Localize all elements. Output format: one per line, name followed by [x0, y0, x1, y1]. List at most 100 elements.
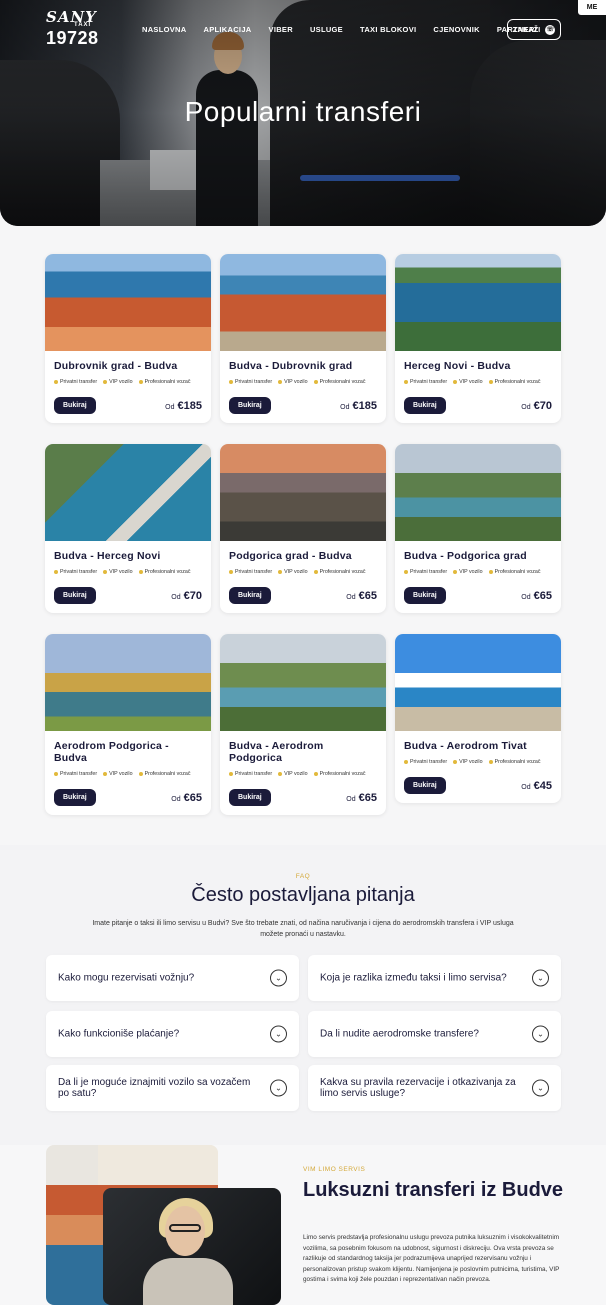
price-value: €185: [352, 399, 377, 412]
faq-item[interactable]: Da li je moguće iznajmiti vozilo sa voza…: [46, 1065, 299, 1111]
bullet-dot-icon: [404, 570, 408, 574]
transfer-price: Od €45: [521, 780, 552, 792]
transfer-features: Privatni transfer VIP vozilo Profesionalni…: [229, 379, 377, 385]
transfer-feature-label: Profesionalni vozač: [319, 379, 366, 385]
transfer-feature: Privatni transfer: [404, 379, 447, 385]
transfer-image: [45, 444, 211, 541]
price-value: €185: [177, 399, 202, 412]
book-button[interactable]: Bukiraj: [404, 587, 446, 604]
book-button[interactable]: Bukiraj: [229, 789, 271, 806]
language-switcher[interactable]: ME: [578, 0, 606, 15]
bullet-dot-icon: [229, 772, 233, 776]
transfer-feature-label: Profesionalni vozač: [494, 569, 541, 575]
page: SANY TAXI 19728 NASLOVNA APLIKACIJA VIBE…: [0, 0, 606, 1305]
bullet-dot-icon: [103, 380, 108, 384]
transfer-card[interactable]: Budva - Aerodrom Tivat Privatni transfer V…: [395, 634, 561, 803]
book-button[interactable]: Bukiraj: [54, 587, 96, 604]
transfer-feature: Profesionalni vozač: [138, 569, 191, 575]
nav-item-naslovna[interactable]: NASLOVNA: [142, 25, 187, 34]
nav-item-cjenovnik[interactable]: CJENOVNIK: [433, 25, 479, 34]
transfer-title: Budva - Herceg Novi: [54, 550, 161, 562]
book-button[interactable]: Bukiraj: [229, 587, 271, 604]
transfer-price: Od €70: [171, 590, 202, 602]
book-button[interactable]: Bukiraj: [54, 397, 96, 414]
transfer-image: [220, 444, 386, 541]
nav-item-aplikacija[interactable]: APLIKACIJA: [204, 25, 252, 34]
faq-item[interactable]: Kako mogu rezervisati vožnju? ⌄: [46, 955, 299, 1001]
chevron-down-icon[interactable]: ⌄: [532, 1025, 549, 1043]
bullet-dot-icon: [103, 570, 108, 574]
faq-item[interactable]: Kakva su pravila rezervacije i otkazivan…: [308, 1065, 561, 1111]
transfer-feature-label: Privatni transfer: [60, 569, 98, 575]
price-prefix: Od: [171, 593, 181, 601]
transfer-card[interactable]: Herceg Novi - Budva Privatni transfer VIP …: [395, 254, 561, 423]
nav-item-usluge[interactable]: USLUGE: [310, 25, 343, 34]
price-value: €65: [358, 791, 377, 804]
transfer-feature-label: Privatni transfer: [410, 759, 448, 765]
transfer-feature: VIP vozilo: [453, 569, 483, 575]
transfer-price: Od €65: [346, 590, 377, 602]
transfer-image: [45, 634, 211, 731]
price-value: €65: [533, 589, 552, 602]
chevron-down-icon[interactable]: ⌄: [532, 1079, 549, 1097]
faq-item[interactable]: Koja je razlika između taksi i limo serv…: [308, 955, 561, 1001]
transfer-card[interactable]: Budva - Herceg Novi Privatni transfer VIP …: [45, 444, 211, 613]
transfer-feature-label: Profesionalni vozač: [144, 569, 191, 575]
passenger-coat: [143, 1258, 233, 1305]
limo-tag: VIM LIMO SERVIS: [303, 1166, 366, 1173]
transfer-feature: Profesionalni vozač: [313, 569, 366, 575]
faq-item[interactable]: Kako funkcioniše plaćanje? ⌄: [46, 1011, 299, 1057]
price-prefix: Od: [521, 593, 531, 601]
transfer-feature: Privatni transfer: [404, 759, 447, 765]
transfer-card[interactable]: Dubrovnik grad - Budva Privatni transfer V…: [45, 254, 211, 423]
book-button[interactable]: Bukiraj: [404, 397, 446, 414]
book-button[interactable]: Bukiraj: [229, 397, 271, 414]
transfer-feature-label: Privatni transfer: [60, 771, 98, 777]
transfer-feature: VIP vozilo: [103, 569, 133, 575]
transfer-card[interactable]: Budva - Aerodrom Podgorica Privatni trans…: [220, 634, 386, 815]
nav-item-taxi-blokovi[interactable]: TAXI BLOKOVI: [360, 25, 416, 34]
bullet-dot-icon: [404, 380, 408, 384]
order-button[interactable]: ZAKAŽI ☏: [507, 19, 561, 40]
book-button[interactable]: Bukiraj: [54, 789, 96, 806]
transfer-card[interactable]: Aerodrom Podgorica - Budva Privatni trans…: [45, 634, 211, 815]
logo[interactable]: SANY TAXI 19728: [46, 10, 99, 49]
book-button[interactable]: Bukiraj: [404, 777, 446, 794]
transfer-card[interactable]: Podgorica grad - Budva Privatni transfer V…: [220, 444, 386, 613]
transfer-feature-label: Profesionalni vozač: [319, 569, 366, 575]
transfer-footer: Bukiraj Od €70: [54, 587, 202, 604]
order-button-label: ZAKAŽI: [512, 25, 541, 34]
transfer-feature-label: VIP vozilo: [284, 771, 308, 777]
chevron-down-icon[interactable]: ⌄: [532, 969, 549, 987]
bullet-dot-icon: [278, 380, 283, 384]
transfer-title: Podgorica grad - Budva: [229, 550, 352, 562]
transfer-price: Od €185: [165, 400, 202, 412]
transfer-card[interactable]: Budva - Dubrovnik grad Privatni transfer V…: [220, 254, 386, 423]
chevron-down-icon[interactable]: ⌄: [270, 1025, 287, 1043]
faq-title: Često postavljana pitanja: [191, 884, 415, 906]
transfer-features: Privatni transfer VIP vozilo Profesionalni…: [404, 569, 552, 575]
price-value: €45: [533, 779, 552, 792]
transfer-feature-label: VIP vozilo: [284, 569, 308, 575]
transfer-features: Privatni transfer VIP vozilo Profesionalni…: [404, 379, 552, 385]
bullet-dot-icon: [138, 772, 143, 776]
faq-item[interactable]: Da li nudite aerodromske transfere? ⌄: [308, 1011, 561, 1057]
transfer-feature: Profesionalni vozač: [313, 379, 366, 385]
transfer-image: [45, 254, 211, 351]
bullet-dot-icon: [488, 380, 493, 384]
price-prefix: Od: [521, 403, 531, 411]
transfer-footer: Bukiraj Od €65: [404, 587, 552, 604]
limo-image-passenger: [103, 1188, 281, 1305]
bullet-dot-icon: [313, 772, 318, 776]
chevron-down-icon[interactable]: ⌄: [270, 969, 287, 987]
bullet-dot-icon: [103, 772, 108, 776]
transfer-image: [395, 254, 561, 351]
nav-item-viber[interactable]: VIBER: [269, 25, 293, 34]
transfer-feature: Privatni transfer: [54, 379, 97, 385]
chevron-down-icon[interactable]: ⌄: [270, 1079, 287, 1097]
transfer-card[interactable]: Budva - Podgorica grad Privatni transfer V…: [395, 444, 561, 613]
limo-text: Limo servis predstavlja profesionalnu us…: [303, 1234, 560, 1284]
viber-icon: ☏: [545, 24, 556, 35]
logo-number: 19728: [46, 28, 99, 48]
bullet-dot-icon: [313, 380, 318, 384]
